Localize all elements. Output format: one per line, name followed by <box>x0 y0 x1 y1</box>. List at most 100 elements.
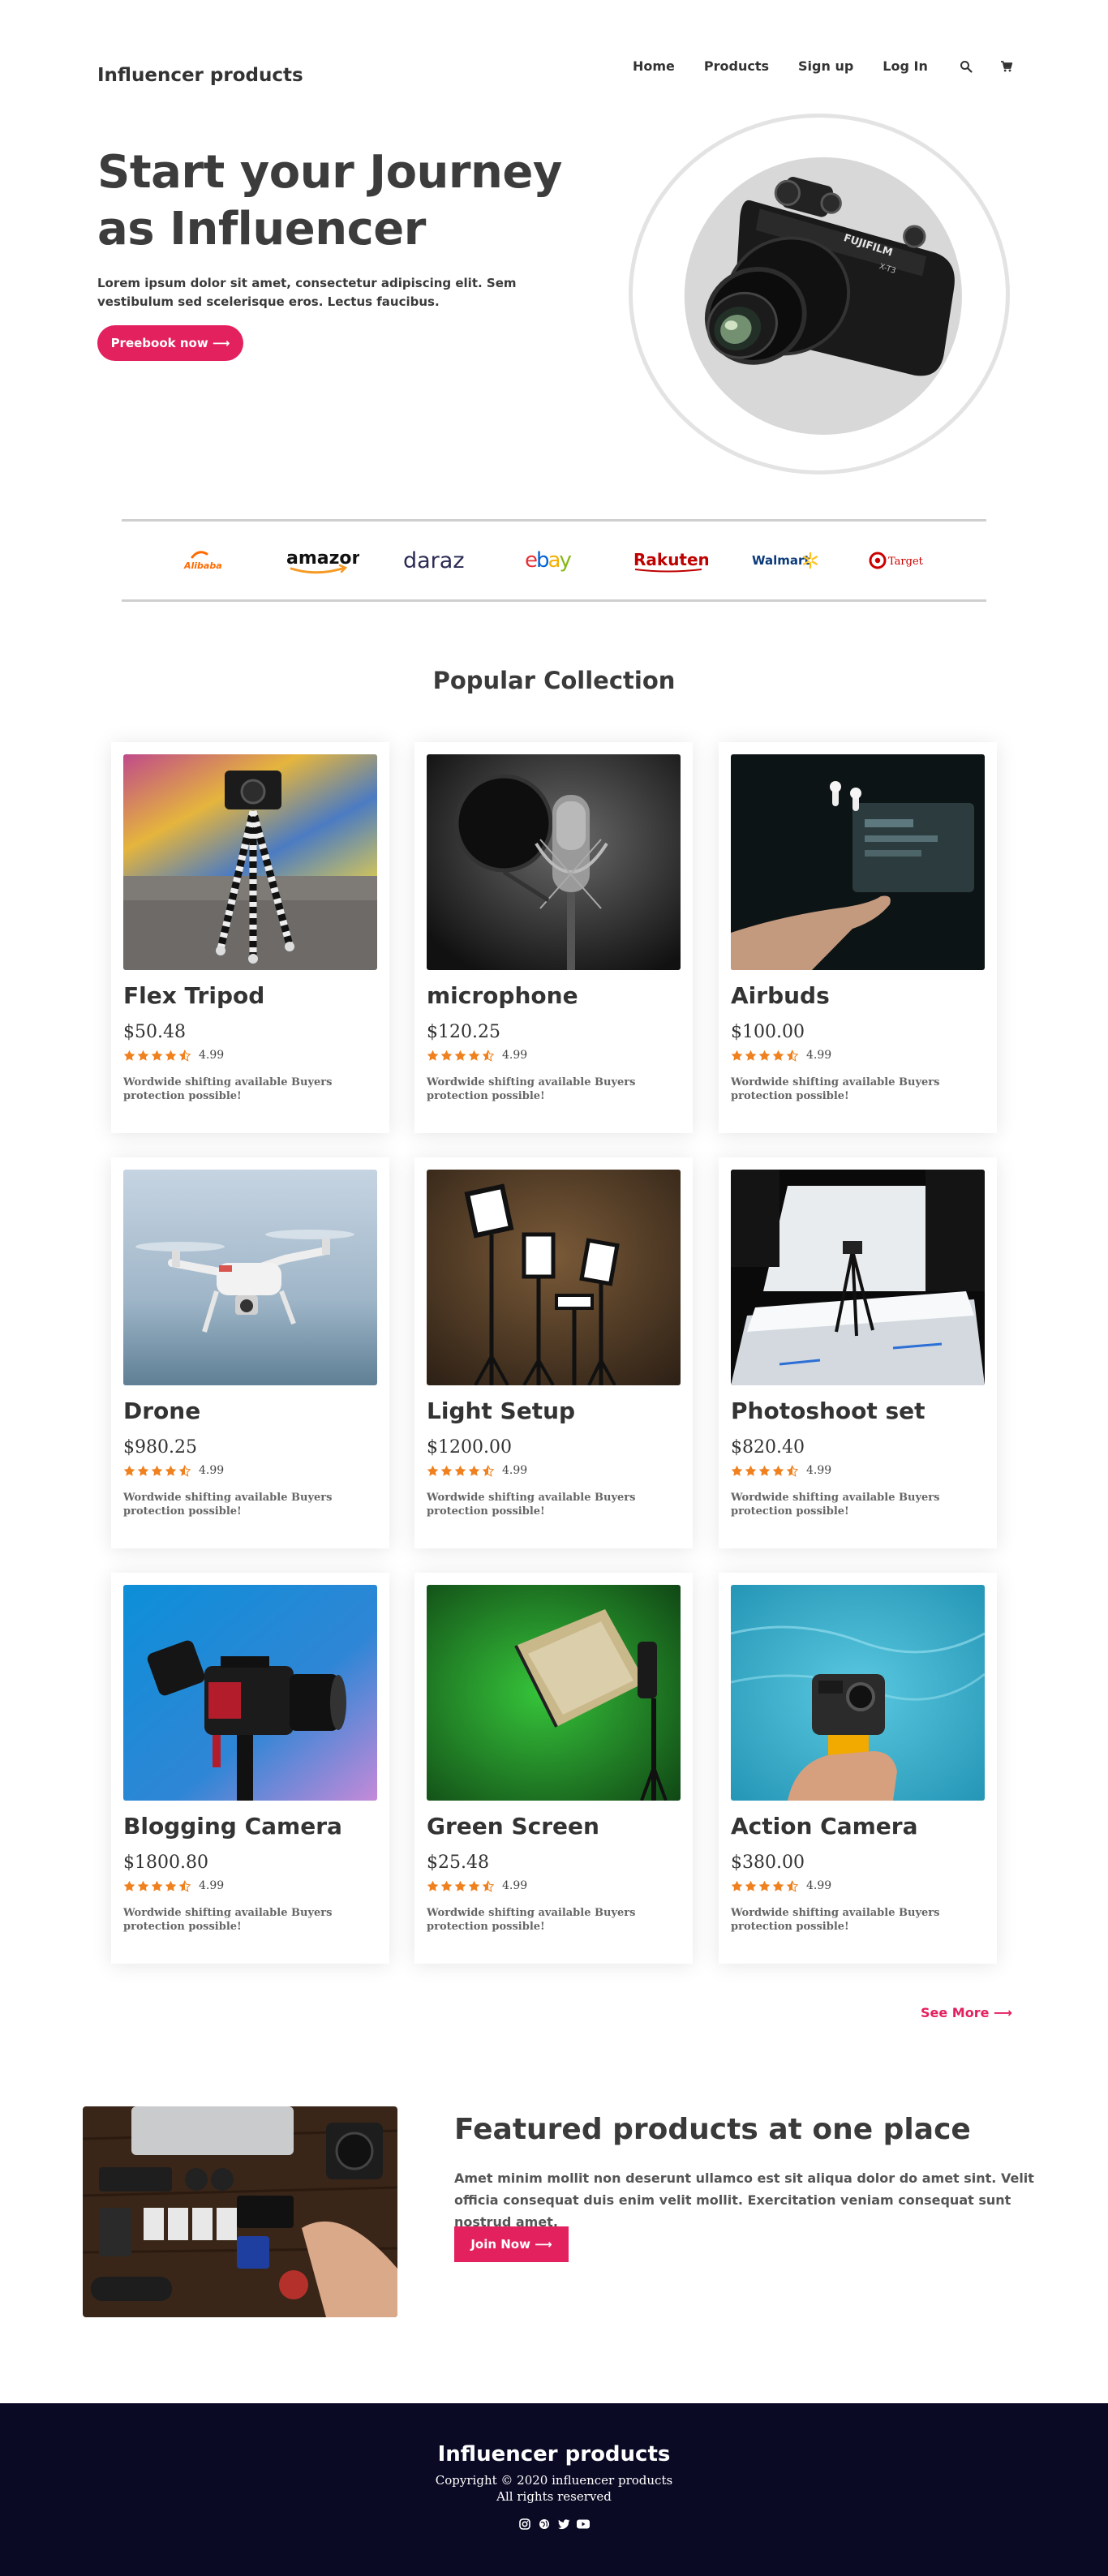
brand-ebay[interactable]: ebay <box>499 522 604 599</box>
product-rating: 4.99 <box>123 1049 224 1062</box>
nav-signup[interactable]: Sign up <box>798 57 853 76</box>
product-card-microphone[interactable]: microphone $120.25 4.99 Wordwide shiftin… <box>414 742 693 1133</box>
star-icon <box>440 1465 453 1476</box>
product-name[interactable]: microphone <box>427 982 578 1009</box>
star-icon <box>468 1050 480 1061</box>
star-icon <box>772 1050 784 1061</box>
star-icon <box>123 1465 135 1476</box>
svg-text:amazon: amazon <box>286 548 359 569</box>
product-image-light-setup <box>427 1170 681 1385</box>
star-icon <box>772 1465 784 1476</box>
preebook-button[interactable]: Preebook now ⟶ <box>97 325 243 361</box>
rating-value: 4.99 <box>199 1049 225 1062</box>
instagram-icon[interactable] <box>517 2517 532 2531</box>
featured-title: Featured products at one place <box>454 2113 971 2146</box>
brand-logo-text[interactable]: Influencer products <box>97 65 303 86</box>
product-name[interactable]: Blogging Camera <box>123 1813 342 1840</box>
search-icon[interactable] <box>957 58 975 75</box>
nav-login[interactable]: Log In <box>883 57 928 76</box>
product-image-airbuds <box>731 754 985 970</box>
product-rating: 4.99 <box>427 1049 527 1062</box>
star-icon <box>468 1465 480 1476</box>
rating-value: 4.99 <box>199 1879 225 1892</box>
rating-value: 4.99 <box>502 1049 528 1062</box>
footer: Influencer products Copyright © 2020 inf… <box>0 2403 1108 2576</box>
footer-brand[interactable]: Influencer products <box>0 2442 1108 2467</box>
join-now-button[interactable]: Join Now ⟶ <box>454 2226 569 2262</box>
star-icon <box>454 1465 466 1476</box>
shipping-note: Wordwide shifting available Buyers prote… <box>123 1076 333 1102</box>
star-icon <box>758 1050 771 1061</box>
star-icon <box>151 1465 163 1476</box>
nav-home[interactable]: Home <box>633 57 675 76</box>
globe-icon[interactable] <box>537 2517 552 2531</box>
product-card-green-screen[interactable]: Green Screen $25.48 4.99 Wordwide shifti… <box>414 1573 693 1964</box>
star-icon <box>165 1465 177 1476</box>
shipping-note: Wordwide shifting available Buyers prote… <box>123 1492 333 1518</box>
product-name[interactable]: Light Setup <box>427 1397 575 1424</box>
brand-daraz[interactable]: daraz <box>383 522 488 599</box>
star-icon <box>440 1050 453 1061</box>
product-card-drone[interactable]: Drone $980.25 4.99 Wordwide shifting ava… <box>111 1157 389 1548</box>
product-rating: 4.99 <box>123 1879 224 1892</box>
star-icon <box>731 1050 743 1061</box>
product-price: $820.40 <box>731 1437 805 1458</box>
product-name[interactable]: Drone <box>123 1397 200 1424</box>
product-card-light-setup[interactable]: Light Setup $1200.00 4.99 Wordwide shift… <box>414 1157 693 1548</box>
star-icon <box>427 1050 439 1061</box>
product-card-blogging-camera[interactable]: Blogging Camera $1800.80 4.99 Wordwide s… <box>111 1573 389 1964</box>
product-name[interactable]: Action Camera <box>731 1813 917 1840</box>
product-price: $1800.80 <box>123 1853 208 1873</box>
brand-target[interactable]: Target <box>848 522 953 599</box>
star-icon <box>427 1465 439 1476</box>
product-name[interactable]: Photoshoot set <box>731 1397 925 1424</box>
cart-icon[interactable] <box>998 58 1016 75</box>
product-price: $100.00 <box>731 1022 805 1042</box>
star-icon <box>151 1050 163 1061</box>
product-name[interactable]: Green Screen <box>427 1813 599 1840</box>
product-rating: 4.99 <box>427 1464 527 1477</box>
see-more-link[interactable]: See More ⟶ <box>921 2005 1012 2020</box>
shipping-note: Wordwide shifting available Buyers prote… <box>427 1076 636 1102</box>
star-icon <box>151 1880 163 1891</box>
product-price: $380.00 <box>731 1853 805 1873</box>
product-image-photoshoot-set <box>731 1170 985 1385</box>
twitter-icon[interactable] <box>556 2517 571 2531</box>
brand-walmart[interactable]: Walmart <box>732 522 837 599</box>
star-icon <box>468 1880 480 1891</box>
star-icon <box>454 1880 466 1891</box>
hero-title: Start your Journey as Influencer <box>97 146 562 255</box>
star-icon <box>165 1050 177 1061</box>
footer-copyright: Copyright © 2020 influencer products <box>435 2473 673 2488</box>
shipping-note: Wordwide shifting available Buyers prote… <box>427 1492 636 1518</box>
star-icon <box>427 1880 439 1891</box>
star-half-icon <box>178 1465 191 1477</box>
star-half-icon <box>482 1880 494 1892</box>
product-card-photoshoot-set[interactable]: Photoshoot set $820.40 4.99 Wordwide shi… <box>719 1157 997 1548</box>
rating-value: 4.99 <box>199 1464 225 1477</box>
product-card-action-camera[interactable]: Action Camera $380.00 4.99 Wordwide shif… <box>719 1573 997 1964</box>
brand-amazon[interactable]: amazon <box>266 522 371 599</box>
svg-text:ebay: ebay <box>525 548 571 573</box>
navbar: Influencer products Home Products Sign u… <box>0 0 1108 146</box>
product-card-airbuds[interactable]: Airbuds $100.00 4.99 Wordwide shifting a… <box>719 742 997 1133</box>
youtube-icon[interactable] <box>576 2517 591 2531</box>
footer-rights: All rights reserved <box>496 2489 612 2504</box>
product-name[interactable]: Flex Tripod <box>123 982 264 1009</box>
product-name[interactable]: Airbuds <box>731 982 830 1009</box>
main-nav: Home Products Sign up Log In <box>633 57 1038 76</box>
brand-alibaba[interactable]: Alibaba <box>150 522 256 599</box>
svg-text:Walmart: Walmart <box>752 553 810 568</box>
product-image-drone <box>123 1170 377 1385</box>
rating-value: 4.99 <box>806 1879 832 1892</box>
star-half-icon <box>786 1880 798 1892</box>
product-card-flex-tripod[interactable]: Flex Tripod $50.48 4.99 Wordwide shiftin… <box>111 742 389 1133</box>
product-price: $1200.00 <box>427 1437 512 1458</box>
star-icon <box>454 1050 466 1061</box>
star-icon <box>165 1880 177 1891</box>
star-icon <box>137 1880 149 1891</box>
nav-products[interactable]: Products <box>704 57 769 76</box>
star-icon <box>123 1880 135 1891</box>
product-image-action-camera <box>731 1585 985 1801</box>
brand-rakuten[interactable]: Rakuten <box>615 522 720 599</box>
